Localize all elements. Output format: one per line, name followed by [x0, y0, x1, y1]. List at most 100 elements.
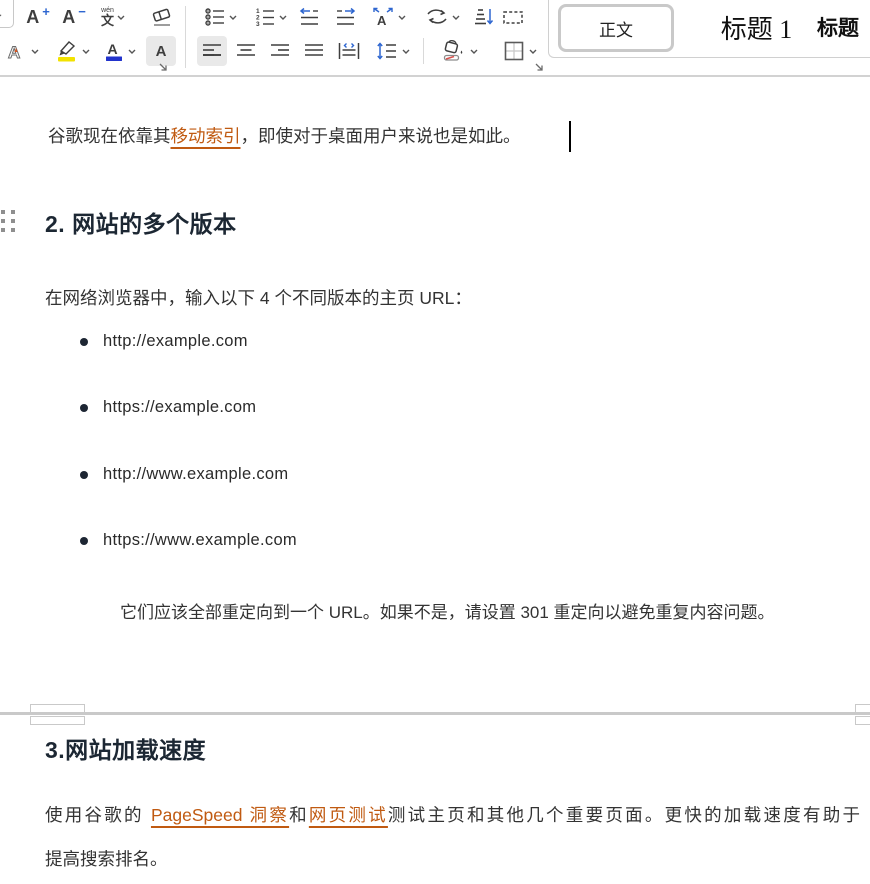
paragraph-enter-urls[interactable]: 在网络浏览器中，输入以下 4 个不同版本的主页 URL：: [45, 283, 745, 313]
paragraph-redirect-note[interactable]: 它们应该全部重定向到一个 URL。如果不是，请设置 301 重定向以避免重复内容…: [120, 598, 860, 628]
heading-site-speed[interactable]: 3.网站加载速度: [45, 731, 206, 765]
decrease-indent-button[interactable]: [294, 2, 324, 32]
hyperlink[interactable]: PageSpeed 洞察: [151, 805, 289, 825]
highlight-button[interactable]: [50, 36, 94, 66]
svg-text:A: A: [377, 13, 387, 28]
style-normal[interactable]: 正文: [558, 4, 674, 52]
clear-formatting-button[interactable]: [146, 2, 178, 32]
clear-formatting-icon: [150, 5, 174, 29]
page-break-mark: [30, 704, 85, 713]
character-shading-icon: A: [156, 43, 167, 60]
grid-settings-icon: [501, 6, 525, 28]
distributed-icon: [337, 41, 361, 61]
text-effects-icon: A: [4, 39, 28, 63]
bullets-icon: [204, 6, 226, 28]
phonetic-guide-icon: wén文: [101, 7, 114, 27]
bullet-icon: [80, 471, 88, 479]
asian-layout-button[interactable]: [420, 2, 464, 32]
page-break-mark: [30, 716, 85, 725]
align-center-icon: [235, 41, 257, 61]
style-heading1[interactable]: 标题 1: [689, 1, 824, 53]
font-dialog-launcher[interactable]: [158, 61, 170, 73]
decrease-indent-icon: [298, 6, 320, 28]
distributed-button[interactable]: [333, 36, 365, 66]
styles-gallery: 正文 标题 1 标题: [548, 0, 870, 58]
list-item[interactable]: https://example.com: [80, 398, 256, 417]
highlight-icon: [55, 39, 79, 63]
text-run: 谷歌现在依靠其: [48, 126, 171, 146]
character-scale-icon: A: [371, 6, 395, 28]
line-spacing-button[interactable]: [370, 36, 414, 66]
grow-font-button[interactable]: A+: [22, 2, 54, 32]
align-right-button[interactable]: [265, 36, 295, 66]
page-break-mark: [855, 704, 870, 713]
list-item-text: http://www.example.com: [103, 465, 288, 484]
shrink-font-button[interactable]: A−: [58, 2, 90, 32]
chevron-down-icon: [128, 49, 136, 54]
chevron-down-icon: [529, 49, 537, 54]
document-canvas[interactable]: 谷歌现在依靠其移动索引，即使对于桌面用户来说也是如此。 2. 网站的多个版本 在…: [0, 77, 870, 884]
style-normal-label: 正文: [599, 16, 633, 41]
chevron-down-icon: [470, 49, 478, 54]
sort-icon: [471, 6, 495, 28]
font-color-button[interactable]: A: [98, 36, 140, 66]
align-right-icon: [269, 41, 291, 61]
paragraph-pagespeed-line1[interactable]: 使用谷歌的 PageSpeed 洞察和网页测试测试主页和其他几个重要页面。更快的…: [45, 801, 860, 829]
phonetic-guide-button[interactable]: wén文: [92, 2, 134, 32]
justify-button[interactable]: [299, 36, 329, 66]
align-center-button[interactable]: [231, 36, 261, 66]
hyperlink[interactable]: 移动索引: [171, 126, 241, 146]
align-left-button[interactable]: [197, 36, 227, 66]
bullet-icon: [80, 537, 88, 545]
chevron-down-icon: [82, 49, 90, 54]
hyperlink[interactable]: 网页测试: [309, 805, 388, 825]
style-heading1-label: 标题 1: [721, 9, 793, 46]
text-run: 和: [289, 805, 309, 825]
paragraph-pagespeed-line2[interactable]: 提高搜索排名。: [45, 845, 860, 873]
list-item[interactable]: https://www.example.com: [80, 531, 297, 550]
sort-button[interactable]: [468, 2, 498, 32]
justify-icon: [303, 41, 325, 61]
minus-glyph: −: [78, 5, 86, 18]
bullets-button[interactable]: [198, 2, 242, 32]
borders-icon: [502, 39, 526, 63]
grow-font-icon: A: [26, 8, 39, 26]
heading-site-versions[interactable]: 2. 网站的多个版本: [45, 205, 237, 239]
svg-text:A: A: [107, 41, 117, 57]
character-scale-button[interactable]: A: [366, 2, 410, 32]
group-divider: [423, 38, 424, 64]
increase-indent-button[interactable]: [330, 2, 360, 32]
chevron-down-icon: [117, 15, 125, 20]
chevron-down-icon: [398, 15, 406, 20]
increase-indent-icon: [334, 6, 356, 28]
chevron-down-icon: [402, 49, 410, 54]
style-heading[interactable]: 标题: [817, 1, 870, 53]
bullet-icon: [80, 338, 88, 346]
svg-text:3: 3: [256, 21, 260, 28]
paragraph-dialog-launcher[interactable]: [534, 61, 546, 73]
style-heading-label: 标题: [817, 12, 859, 42]
list-item-text: http://example.com: [103, 332, 248, 351]
asian-layout-icon: [425, 6, 449, 28]
font-color-icon: A: [103, 39, 125, 63]
text-cursor: [569, 121, 571, 152]
plus-glyph: +: [42, 5, 50, 18]
grid-settings-button[interactable]: [498, 2, 528, 32]
list-item[interactable]: http://example.com: [80, 332, 248, 351]
word-window: A+ A− wén文: [0, 0, 870, 884]
font-size-combobox-fragment[interactable]: [0, 0, 14, 28]
dialog-launcher-icon: [534, 62, 546, 74]
page-break-mark: [855, 716, 870, 725]
group-divider: [185, 6, 186, 68]
shading-button[interactable]: [436, 36, 482, 66]
chevron-down-icon: [279, 15, 287, 20]
numbering-button[interactable]: 123: [248, 2, 292, 32]
numbering-icon: 123: [254, 6, 276, 28]
list-item-text: https://example.com: [103, 398, 256, 417]
list-item[interactable]: http://www.example.com: [80, 465, 288, 484]
paragraph-mobile-index[interactable]: 谷歌现在依靠其移动索引，即使对于桌面用户来说也是如此。: [48, 121, 588, 151]
chevron-down-icon: [31, 49, 39, 54]
paragraph-drag-handle-icon[interactable]: [1, 210, 17, 238]
check-icon: [0, 12, 1, 22]
text-effects-button[interactable]: A: [0, 36, 42, 66]
